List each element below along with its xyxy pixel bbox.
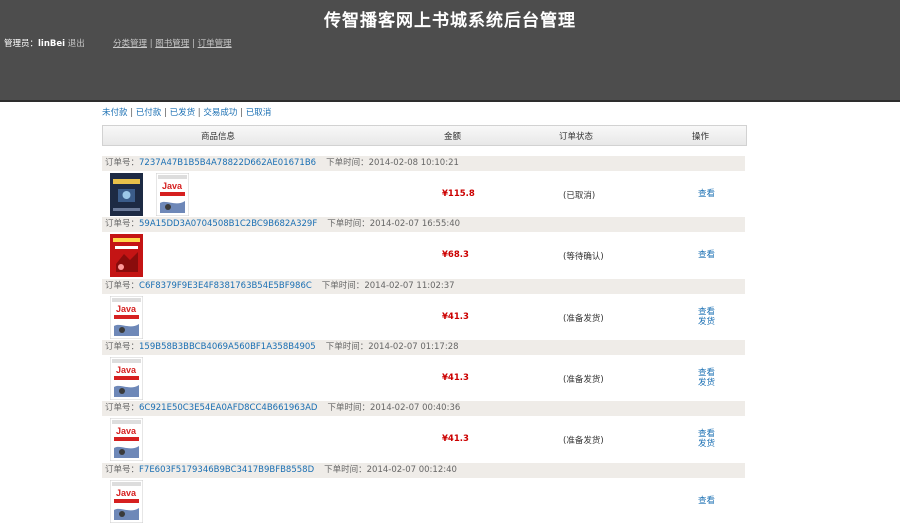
order-info-bar: 订单号：59A15DD3A0704508B1C2BC9B682A329F 下单时间… bbox=[102, 217, 745, 232]
view-order-link[interactable]: 查看 bbox=[698, 429, 715, 439]
order-amount: ¥68.3 bbox=[442, 250, 469, 260]
order-time-label: 下单时间： bbox=[325, 342, 369, 352]
order-actions: 查看 bbox=[698, 496, 715, 506]
order-status: (准备发货) bbox=[563, 375, 604, 385]
order-no-label: 订单号： bbox=[105, 403, 140, 413]
order-goods: Java ¥41.3 (准备发货) 查看 发货 bbox=[102, 416, 745, 462]
order-row: 订单号：59A15DD3A0704508B1C2BC9B682A329F 下单时间… bbox=[102, 217, 745, 278]
col-status: 订单状态 bbox=[559, 132, 594, 142]
order-goods: Java ¥41.3 (准备发货) 查看 发货 bbox=[102, 355, 745, 401]
order-goods: Java ¥41.3 (准备发货) 查看 发货 bbox=[102, 294, 745, 340]
order-actions: 查看 bbox=[698, 250, 715, 260]
order-time: 2014-02-07 00:40:36 bbox=[369, 403, 461, 413]
order-info-bar: 订单号：159B58B3BBCB4069A560BF1A358B4905 下单时间… bbox=[102, 340, 745, 355]
book-cover-image bbox=[110, 234, 143, 277]
order-row: 订单号：7237A47B1B5B4A78822D662AE01671B6 下单时间… bbox=[102, 156, 745, 217]
view-order-link[interactable]: 查看 bbox=[698, 189, 715, 199]
book-cover-image: Java bbox=[110, 357, 143, 400]
admin-info: 管理员：linBei 退出 bbox=[4, 37, 85, 49]
order-actions: 查看 bbox=[698, 189, 715, 199]
status-filter: 未付款 | 已付款 | 已发货 | 交易成功 | 已取消 bbox=[102, 108, 272, 118]
order-time-label: 下单时间： bbox=[327, 219, 370, 229]
admin-label: 管理员： bbox=[4, 39, 39, 49]
book-cover-image: Java bbox=[110, 296, 143, 339]
nav-order-manage[interactable]: 订单管理 bbox=[198, 39, 232, 49]
order-id[interactable]: 59A15DD3A0704508B1C2BC9B682A329F bbox=[139, 219, 317, 229]
order-no-label: 订单号： bbox=[105, 219, 140, 229]
ship-order-link[interactable]: 发货 bbox=[698, 378, 715, 388]
order-status: (准备发货) bbox=[563, 314, 604, 324]
order-no-label: 订单号： bbox=[105, 281, 140, 291]
order-time: 2014-02-07 00:12:40 bbox=[366, 465, 457, 475]
view-order-link[interactable]: 查看 bbox=[698, 496, 715, 506]
order-goods: ¥68.3 (等待确认) 查看 bbox=[102, 232, 745, 278]
ship-order-link[interactable]: 发货 bbox=[698, 317, 715, 327]
admin-nav: 分类管理 | 图书管理 | 订单管理 bbox=[113, 39, 232, 49]
order-actions: 查看 发货 bbox=[698, 307, 715, 327]
order-id[interactable]: 159B58B3BBCB4069A560BF1A358B4905 bbox=[139, 342, 316, 352]
col-ops: 操作 bbox=[692, 132, 710, 142]
filter-shipped[interactable]: 已发货 bbox=[170, 108, 196, 118]
table-header: 商品信息 金额 订单状态 操作 bbox=[102, 125, 747, 146]
order-amount: ¥115.8 bbox=[442, 189, 475, 199]
order-amount: ¥41.3 bbox=[442, 312, 469, 322]
order-row: 订单号：C6F8379F9E3E4F8381763B54E5BF986C 下单时间… bbox=[102, 279, 745, 340]
order-amount: ¥41.3 bbox=[442, 373, 469, 383]
order-time: 2014-02-08 10:10:21 bbox=[368, 158, 459, 168]
order-info-bar: 订单号：7237A47B1B5B4A78822D662AE01671B6 下单时间… bbox=[102, 156, 745, 171]
order-row: 订单号：159B58B3BBCB4069A560BF1A358B4905 下单时间… bbox=[102, 340, 745, 401]
order-no-label: 订单号： bbox=[105, 465, 140, 475]
filter-cancelled[interactable]: 已取消 bbox=[246, 108, 272, 118]
order-amount: ¥41.3 bbox=[442, 434, 469, 444]
svg-text:Java: Java bbox=[116, 304, 137, 314]
logout-link[interactable]: 退出 bbox=[68, 39, 85, 49]
order-time-label: 下单时间： bbox=[327, 403, 370, 413]
order-id[interactable]: 7237A47B1B5B4A78822D662AE01671B6 bbox=[139, 158, 316, 168]
view-order-link[interactable]: 查看 bbox=[698, 250, 715, 260]
order-goods: Java ¥115.8 (已取消) 查看 bbox=[102, 171, 745, 217]
nav-category-manage[interactable]: 分类管理 bbox=[113, 39, 147, 49]
order-time: 2014-02-07 11:02:37 bbox=[364, 281, 455, 291]
svg-text:Java: Java bbox=[162, 181, 183, 191]
site-title: 传智播客网上书城系统后台管理 bbox=[324, 11, 576, 31]
filter-unpaid[interactable]: 未付款 bbox=[102, 108, 128, 118]
top-header: 传智播客网上书城系统后台管理 管理员：linBei 退出 分类管理 | 图书管理… bbox=[0, 0, 900, 102]
order-row: 订单号：F7E603F5179346B9BC3417B9BFB8558D 下单时间… bbox=[102, 463, 745, 524]
nav-book-manage[interactable]: 图书管理 bbox=[155, 39, 189, 49]
order-status: (已取消) bbox=[563, 191, 596, 201]
book-cover-image: Java bbox=[156, 173, 189, 216]
order-time-label: 下单时间： bbox=[324, 465, 367, 475]
order-id[interactable]: F7E603F5179346B9BC3417B9BFB8558D bbox=[139, 465, 314, 475]
order-status: (等待确认) bbox=[563, 252, 604, 262]
order-id[interactable]: 6C921E50C3E54EA0AFD8CC4B661963AD bbox=[139, 403, 317, 413]
order-no-label: 订单号： bbox=[105, 342, 140, 352]
ship-order-link[interactable]: 发货 bbox=[698, 439, 715, 449]
book-cover-image: Java bbox=[110, 418, 143, 461]
view-order-link[interactable]: 查看 bbox=[698, 307, 715, 317]
order-info-bar: 订单号：6C921E50C3E54EA0AFD8CC4B661963AD 下单时间… bbox=[102, 401, 745, 416]
filter-completed[interactable]: 交易成功 bbox=[203, 108, 237, 118]
order-id[interactable]: C6F8379F9E3E4F8381763B54E5BF986C bbox=[139, 281, 312, 291]
order-no-label: 订单号： bbox=[105, 158, 140, 168]
order-actions: 查看 发货 bbox=[698, 429, 715, 449]
admin-name: linBei bbox=[38, 39, 66, 49]
order-status: (准备发货) bbox=[563, 436, 604, 446]
col-goods: 商品信息 bbox=[201, 132, 236, 142]
order-time-label: 下单时间： bbox=[326, 158, 369, 168]
filter-paid[interactable]: 已付款 bbox=[136, 108, 162, 118]
order-time: 2014-02-07 16:55:40 bbox=[369, 219, 461, 229]
svg-text:Java: Java bbox=[116, 365, 137, 375]
order-info-bar: 订单号：F7E603F5179346B9BC3417B9BFB8558D 下单时间… bbox=[102, 463, 745, 478]
order-info-bar: 订单号：C6F8379F9E3E4F8381763B54E5BF986C 下单时间… bbox=[102, 279, 745, 294]
col-amount: 金额 bbox=[444, 132, 462, 142]
view-order-link[interactable]: 查看 bbox=[698, 368, 715, 378]
order-time: 2014-02-07 01:17:28 bbox=[368, 342, 459, 352]
svg-text:Java: Java bbox=[116, 426, 137, 436]
order-actions: 查看 发货 bbox=[698, 368, 715, 388]
order-time-label: 下单时间： bbox=[321, 281, 365, 291]
order-goods: Java 查看 bbox=[102, 478, 745, 524]
book-cover-image: Java bbox=[110, 480, 143, 523]
book-cover-image bbox=[110, 173, 143, 216]
order-row: 订单号：6C921E50C3E54EA0AFD8CC4B661963AD 下单时间… bbox=[102, 401, 745, 462]
